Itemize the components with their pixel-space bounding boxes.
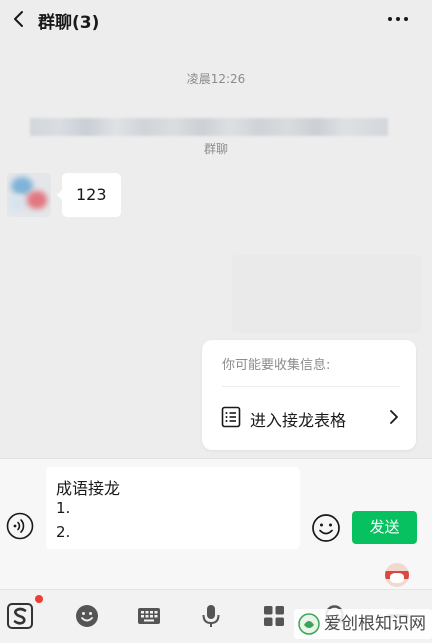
chevron-left-icon[interactable] <box>10 10 28 28</box>
input-line: 2. <box>56 523 71 541</box>
sticker-suggestion-icon[interactable] <box>385 563 409 587</box>
message-input[interactable]: 成语接龙 1. 2. <box>46 467 300 549</box>
chat-header: 群聊(3) <box>0 0 432 38</box>
input-line: 1. <box>56 499 71 517</box>
chat-title: 群聊(3) <box>38 13 100 33</box>
notification-dot <box>35 595 43 603</box>
suggestion-divider <box>222 386 400 387</box>
message-timestamp: 凌晨12:26 <box>186 72 246 86</box>
chevron-right-icon <box>390 410 398 424</box>
watermark: 爱创根知识网 <box>294 609 432 639</box>
suggestion-action-label: 进入接龙表格 <box>250 411 347 430</box>
blurred-system-notice <box>30 118 388 136</box>
suggestion-card: 你可能要收集信息: 进入接龙表格 <box>202 340 416 450</box>
sogou-logo-icon[interactable] <box>6 602 34 630</box>
composer: 成语接龙 1. 2. 发送 <box>0 458 432 589</box>
voice-icon[interactable] <box>6 512 34 540</box>
mic-icon[interactable] <box>197 602 225 630</box>
watermark-text: 爱创根知识网 <box>324 614 426 634</box>
form-list-icon <box>221 406 241 428</box>
background-shape <box>232 255 422 333</box>
input-line: 成语接龙 <box>56 479 121 498</box>
watermark-logo-icon <box>298 613 320 635</box>
apps-grid-icon[interactable] <box>260 602 288 630</box>
group-chat-label: 群聊 <box>203 142 228 156</box>
message-bubble[interactable]: 123 <box>57 173 121 217</box>
send-button[interactable]: 发送 <box>352 511 417 544</box>
emoji-icon[interactable] <box>311 513 341 543</box>
more-dots-icon[interactable] <box>386 10 410 28</box>
open-solitaire-form-button[interactable]: 进入接龙表格 <box>202 388 416 444</box>
suggestion-title: 你可能要收集信息: <box>222 358 331 373</box>
avatar[interactable] <box>7 173 51 217</box>
emoji-icon[interactable] <box>73 602 101 630</box>
keyboard-icon[interactable] <box>135 602 163 630</box>
